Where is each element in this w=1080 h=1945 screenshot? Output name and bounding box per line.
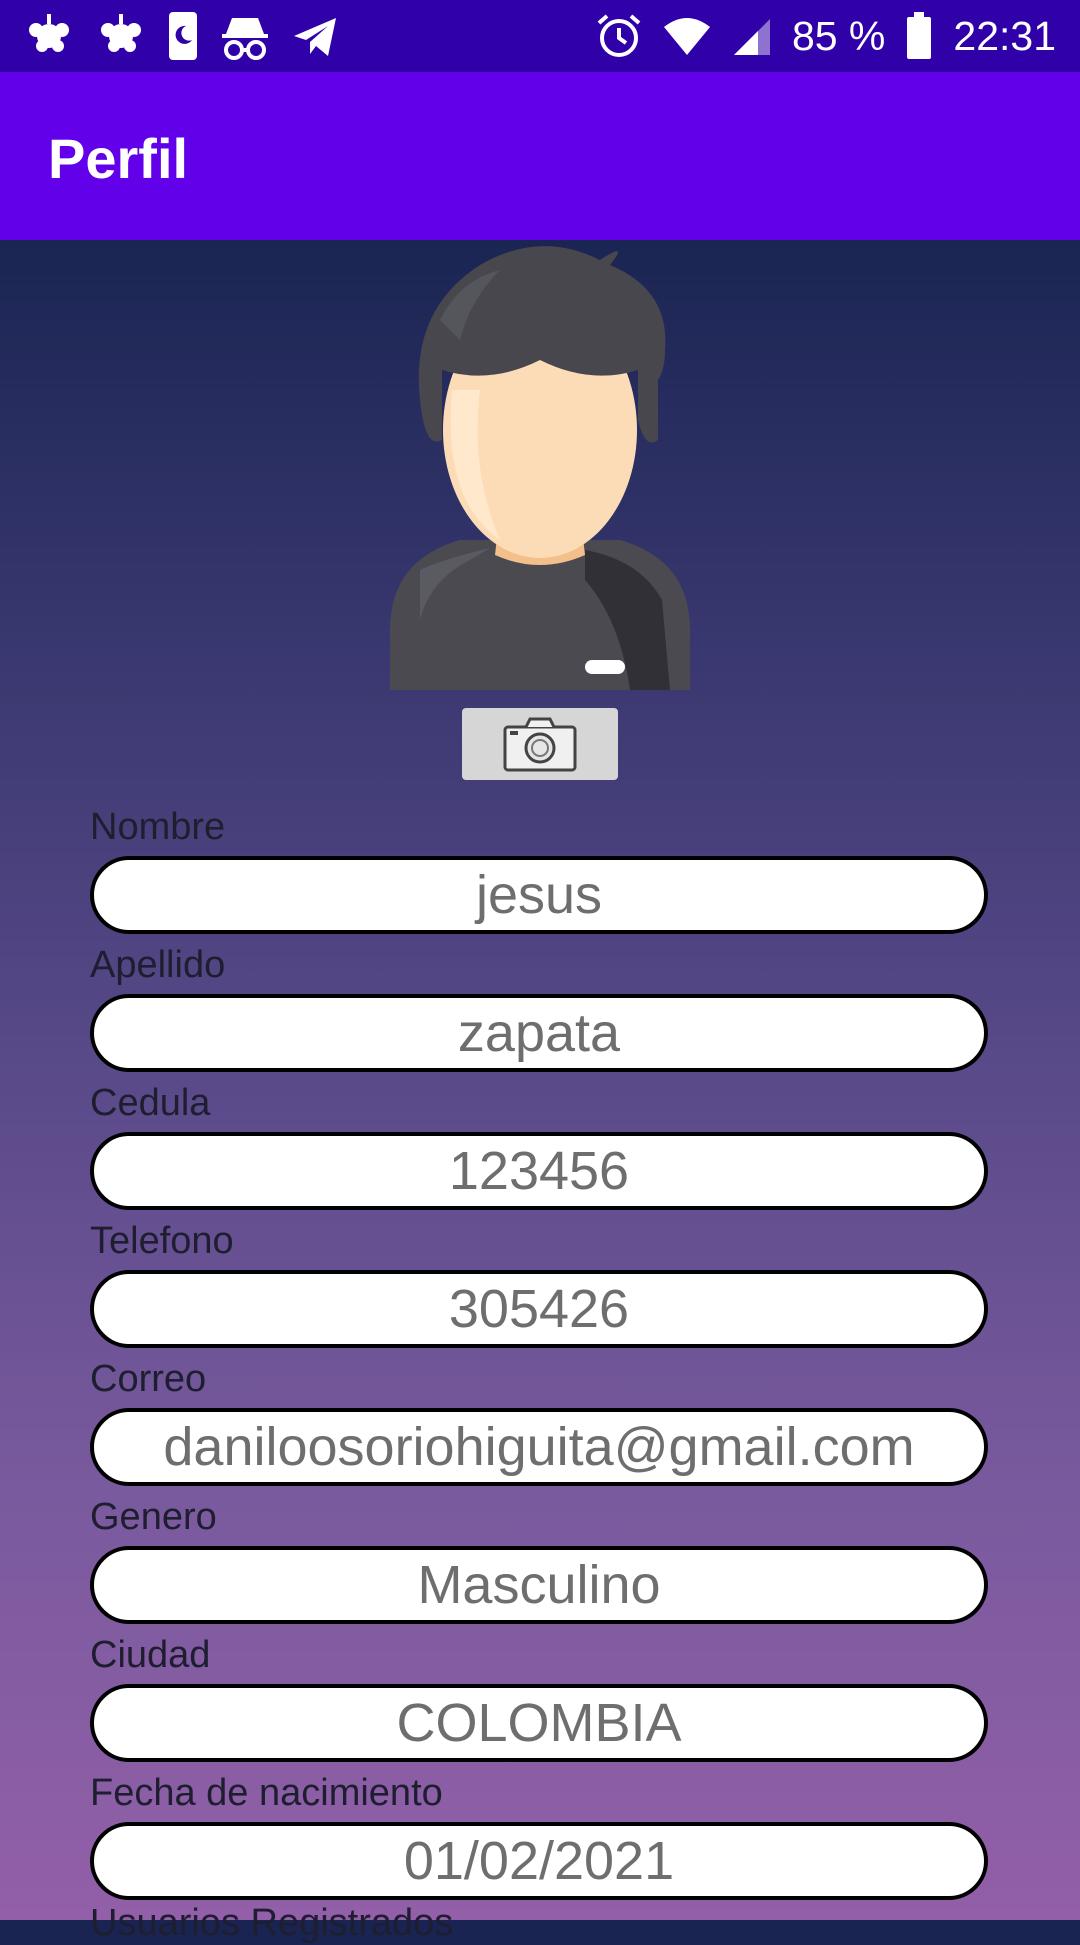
wifi-icon (663, 18, 710, 55)
cedula-label: Cedula (90, 1082, 211, 1124)
system-icons: 85 % 22:31 (596, 10, 1056, 62)
notification-icons (22, 10, 340, 62)
fecha-nacimiento-field[interactable]: 01/02/2021 (90, 1822, 988, 1900)
telefono-field[interactable]: 305426 (90, 1270, 988, 1348)
battery-percent: 85 % (791, 12, 886, 59)
app-bar: Perfil (0, 72, 1080, 240)
signal-icon (733, 19, 770, 55)
genero-label: Genero (90, 1496, 217, 1538)
profile-content: Nombre jesus Apellido zapata Cedula 1234… (0, 240, 1080, 1944)
apellido-label: Apellido (90, 944, 226, 986)
correo-label: Correo (90, 1358, 207, 1400)
status-bar: 85 % 22:31 (0, 0, 1080, 72)
page-title: Perfil (48, 127, 189, 190)
alarm-icon (597, 14, 641, 57)
usuarios-registrados-label[interactable]: Usuarios Registrados (90, 1902, 453, 1945)
clock: 22:31 (953, 12, 1056, 59)
ciudad-label: Ciudad (90, 1634, 211, 1676)
incognito-icon (222, 18, 268, 60)
battery-icon (907, 12, 932, 59)
phone-night-icon (169, 12, 197, 60)
ciudad-field[interactable]: COLOMBIA (90, 1684, 988, 1762)
camera-icon (503, 717, 577, 772)
correo-field[interactable]: daniloosoriohiguita@gmail.com (90, 1408, 988, 1486)
nombre-label: Nombre (90, 806, 226, 848)
weather-icon (29, 14, 69, 52)
fecha-nacimiento-label: Fecha de nacimiento (90, 1772, 443, 1814)
cedula-field[interactable]: 123456 (90, 1132, 988, 1210)
change-photo-button[interactable] (462, 708, 618, 780)
user-avatar-icon[interactable] (380, 240, 700, 690)
apellido-field[interactable]: zapata (90, 994, 988, 1072)
telefono-label: Telefono (90, 1220, 234, 1262)
weather-icon (101, 14, 141, 52)
telegram-icon (294, 18, 336, 56)
genero-field[interactable]: Masculino (90, 1546, 988, 1624)
nombre-field[interactable]: jesus (90, 856, 988, 934)
